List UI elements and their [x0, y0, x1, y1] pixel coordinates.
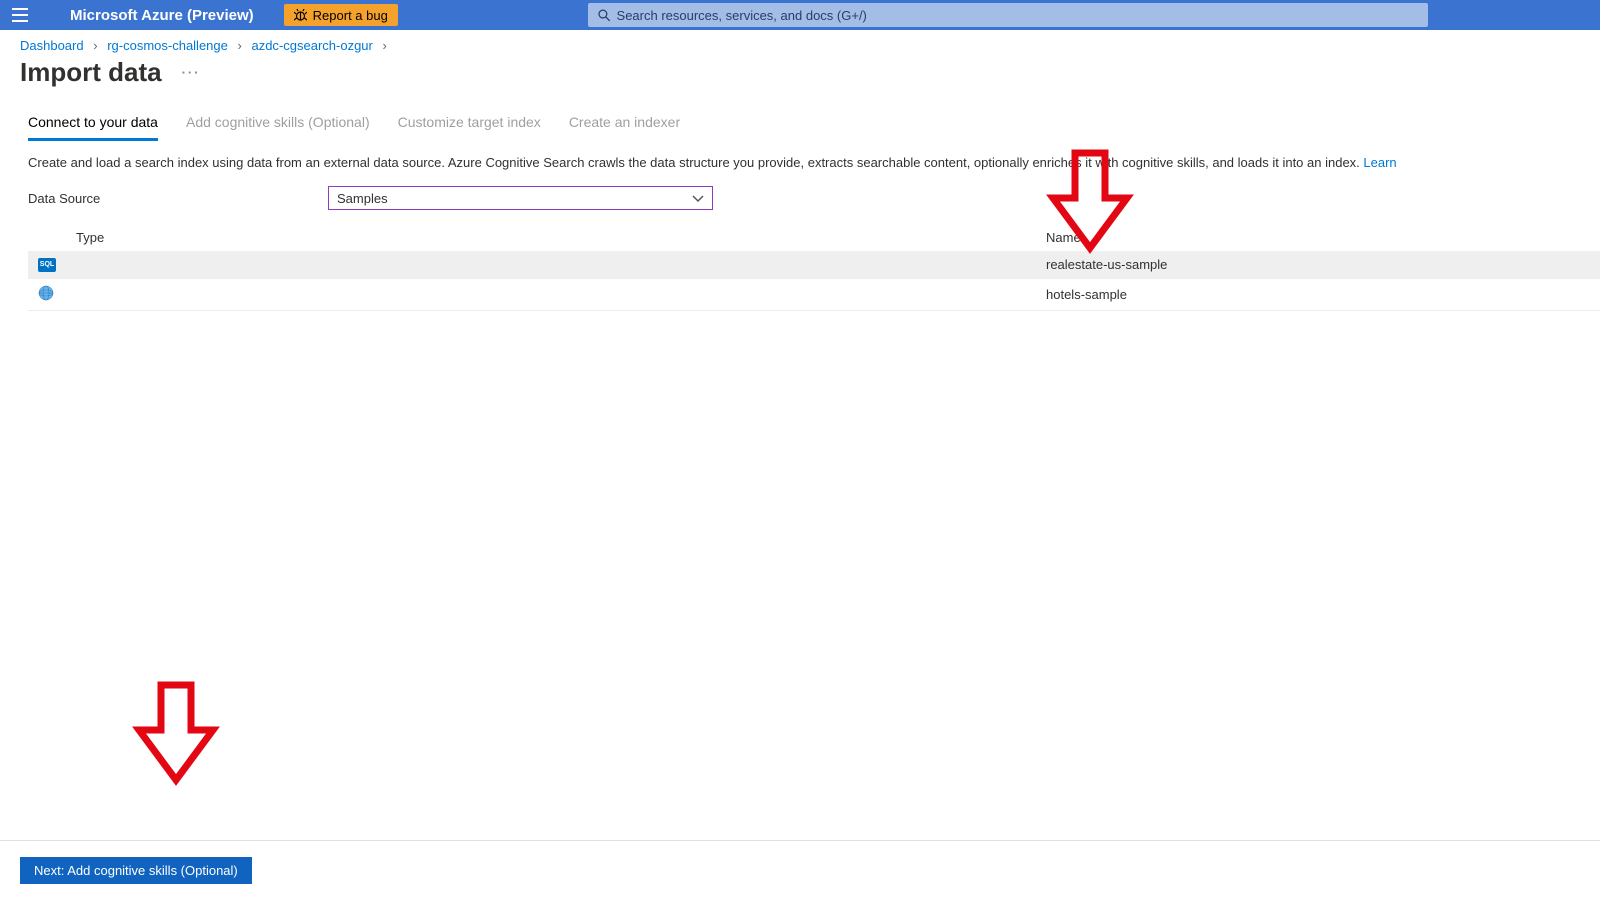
annotation-arrow-icon [131, 680, 221, 790]
row-name: realestate-us-sample [1036, 251, 1600, 279]
more-button[interactable]: ··· [182, 65, 201, 80]
row-name: hotels-sample [1036, 279, 1600, 311]
menu-button[interactable] [0, 8, 40, 22]
globe-icon [38, 285, 54, 301]
samples-table: Type Name SQL realestate-us-sample hotel… [28, 224, 1600, 311]
datasource-row: Data Source Samples [0, 186, 1600, 224]
chevron-right-icon: › [87, 38, 103, 53]
chevron-right-icon: › [232, 38, 248, 53]
datasource-label: Data Source [28, 191, 328, 206]
footer: Next: Add cognitive skills (Optional) [0, 840, 1600, 900]
datasource-value: Samples [337, 191, 388, 206]
datasource-select[interactable]: Samples [328, 186, 713, 210]
breadcrumb-item[interactable]: Dashboard [20, 38, 84, 53]
description-text: Create and load a search index using dat… [28, 155, 1363, 170]
tab-cognitive-skills[interactable]: Add cognitive skills (Optional) [186, 106, 370, 141]
breadcrumb: Dashboard › rg-cosmos-challenge › azdc-c… [0, 30, 1600, 57]
search-input[interactable] [617, 8, 1418, 23]
hamburger-icon [12, 8, 28, 22]
breadcrumb-item[interactable]: azdc-cgsearch-ozgur [251, 38, 372, 53]
tabs: Connect to your data Add cognitive skill… [0, 106, 1600, 141]
page-title: Import data [20, 57, 162, 88]
tab-customize-index[interactable]: Customize target index [398, 106, 541, 141]
table-row[interactable]: hotels-sample [28, 279, 1600, 311]
title-row: Import data ··· [0, 57, 1600, 106]
brand-label: Microsoft Azure (Preview) [40, 7, 284, 24]
description: Create and load a search index using dat… [0, 141, 1600, 186]
search-icon [598, 9, 611, 22]
report-bug-button[interactable]: Report a bug [284, 4, 398, 26]
table-header: Type Name [28, 224, 1600, 251]
tab-connect-data[interactable]: Connect to your data [28, 106, 158, 141]
report-bug-label: Report a bug [313, 8, 388, 23]
topbar: Microsoft Azure (Preview) Report a bug [0, 0, 1600, 30]
next-button[interactable]: Next: Add cognitive skills (Optional) [20, 857, 252, 884]
tab-create-indexer[interactable]: Create an indexer [569, 106, 680, 141]
col-type: Type [66, 224, 1036, 251]
chevron-down-icon [692, 191, 704, 206]
col-name: Name [1036, 224, 1600, 251]
search-box[interactable] [588, 3, 1428, 27]
learn-more-link[interactable]: Learn [1363, 155, 1396, 170]
search-wrap [588, 3, 1428, 27]
breadcrumb-item[interactable]: rg-cosmos-challenge [107, 38, 228, 53]
sql-icon: SQL [38, 258, 56, 272]
chevron-right-icon: › [376, 38, 392, 53]
table-row[interactable]: SQL realestate-us-sample [28, 251, 1600, 279]
bug-icon [294, 9, 307, 22]
